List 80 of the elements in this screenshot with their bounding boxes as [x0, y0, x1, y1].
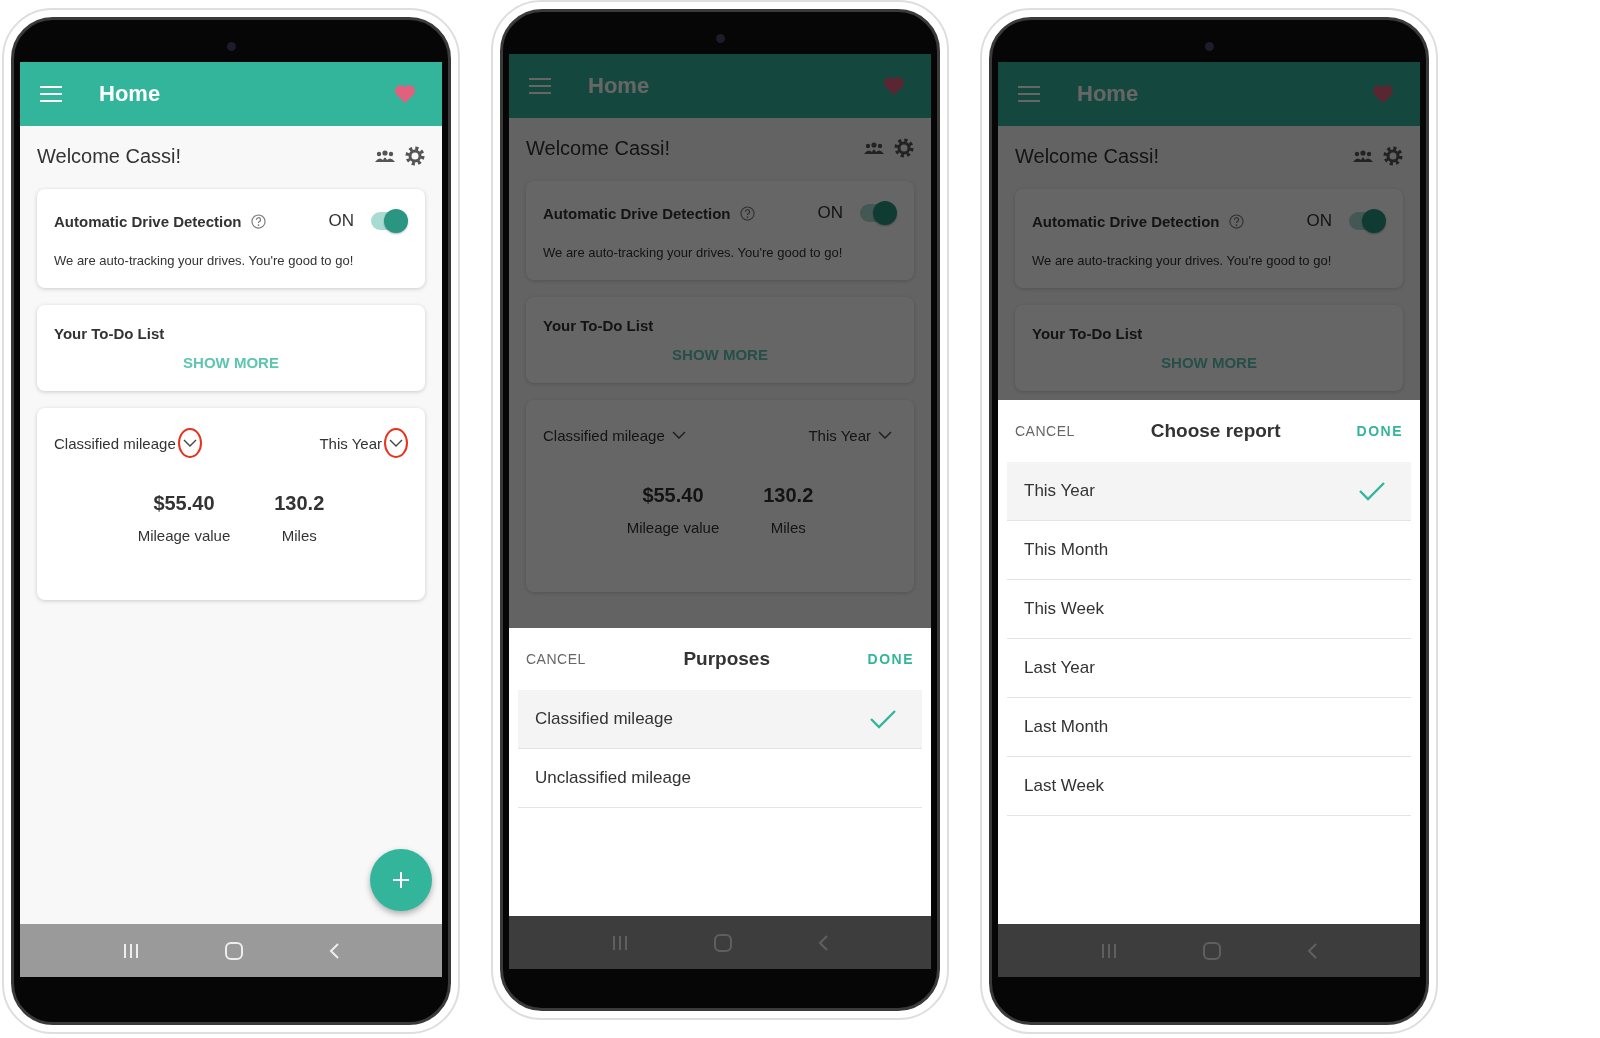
help-icon[interactable]	[250, 213, 266, 229]
toggle-status: ON	[1306, 211, 1332, 231]
chevron-down-icon[interactable]	[182, 439, 197, 447]
recent-apps-icon[interactable]	[611, 933, 629, 952]
sheet-title: Purposes	[682, 648, 771, 670]
camera-dot	[716, 34, 725, 43]
option-label: Last Year	[1024, 658, 1096, 678]
stat-label: Miles	[770, 519, 806, 536]
toggle-status: ON	[328, 211, 354, 231]
option-label: This Month	[1024, 540, 1110, 560]
stat-value: 130.2	[274, 492, 325, 515]
option-item[interactable]: This Week	[1007, 580, 1411, 639]
add-button[interactable]	[370, 849, 432, 911]
stat-label: Mileage value	[626, 519, 720, 536]
welcome-text: Welcome Cassi!	[37, 144, 183, 168]
stat-value: $55.40	[642, 484, 704, 507]
card-title: Your To-Do List	[543, 317, 655, 334]
recent-apps-icon[interactable]	[122, 941, 140, 960]
card-title: Automatic Drive Detection	[54, 212, 242, 230]
card-title: Your To-Do List	[54, 325, 166, 342]
check-icon	[1359, 481, 1385, 501]
help-icon[interactable]	[1228, 213, 1244, 229]
highlight-circle[interactable]	[177, 428, 202, 458]
option-label: Unclassified mileage	[535, 768, 692, 788]
toggle-knob[interactable]	[873, 201, 897, 225]
option-label: This Week	[1024, 599, 1105, 619]
option-item[interactable]: This Month	[1007, 521, 1411, 580]
stat-label: Miles	[281, 527, 317, 544]
settings-icon[interactable]	[405, 146, 425, 166]
heart-icon[interactable]	[394, 84, 416, 104]
menu-icon[interactable]	[529, 78, 551, 94]
tracking-message: We are auto-tracking your drives. You're good to go!	[1032, 253, 1333, 268]
option-item[interactable]: This Year	[1007, 462, 1411, 521]
tracking-message: We are auto-tracking your drives. You're good to go!	[54, 253, 355, 268]
stat-value: $55.40	[153, 492, 215, 515]
sheet-title: Choose report	[1149, 420, 1282, 442]
screen-title: Home	[1077, 81, 1140, 107]
option-item[interactable]: Last Year	[1007, 639, 1411, 698]
welcome-text: Welcome Cassi!	[526, 136, 672, 160]
toggle-knob[interactable]	[384, 209, 408, 233]
screen-title: Home	[588, 73, 651, 99]
recent-apps-icon[interactable]	[1100, 941, 1118, 960]
menu-icon[interactable]	[40, 86, 62, 102]
home-icon[interactable]	[1202, 940, 1222, 961]
back-icon[interactable]	[1306, 941, 1318, 960]
card-title: Automatic Drive Detection	[543, 204, 731, 222]
dropdown-label[interactable]: This Year	[319, 434, 382, 452]
option-item[interactable]: Unclassified mileage	[518, 749, 922, 808]
chevron-down-icon[interactable]	[389, 439, 403, 447]
stat-value: 130.2	[763, 484, 814, 507]
option-item[interactable]: Last Month	[1007, 698, 1411, 757]
camera-dot	[227, 42, 236, 51]
option-label: This Year	[1024, 481, 1096, 501]
help-icon[interactable]	[739, 205, 755, 221]
option-label: Classified mileage	[535, 709, 674, 729]
plus-icon	[392, 871, 410, 889]
menu-icon[interactable]	[1018, 86, 1040, 102]
check-icon	[870, 709, 896, 729]
stat-label: Mileage value	[137, 527, 231, 544]
card-title: Your To-Do List	[1032, 325, 1144, 342]
camera-dot	[1205, 42, 1214, 51]
toggle-status: ON	[817, 203, 843, 223]
option-item[interactable]: Last Week	[1007, 757, 1411, 816]
toggle-knob[interactable]	[1362, 209, 1386, 233]
dropdown-label[interactable]: Classified mileage	[54, 434, 176, 452]
home-icon[interactable]	[713, 932, 733, 953]
option-item[interactable]: Classified mileage	[518, 690, 922, 749]
back-icon[interactable]	[328, 941, 340, 960]
back-icon[interactable]	[817, 933, 829, 952]
welcome-text: Welcome Cassi!	[1015, 144, 1161, 168]
home-icon[interactable]	[224, 940, 244, 961]
option-label: Last Week	[1024, 776, 1105, 796]
screen-title: Home	[99, 81, 162, 107]
cancel-button[interactable]: CANCEL	[526, 651, 586, 667]
highlight-circle[interactable]	[384, 428, 408, 458]
cancel-button[interactable]: CANCEL	[1015, 423, 1075, 439]
option-label: Last Month	[1024, 717, 1110, 737]
card-title: Automatic Drive Detection	[1032, 212, 1220, 230]
tracking-message: We are auto-tracking your drives. You're good to go!	[543, 245, 844, 260]
people-icon[interactable]	[375, 149, 395, 163]
